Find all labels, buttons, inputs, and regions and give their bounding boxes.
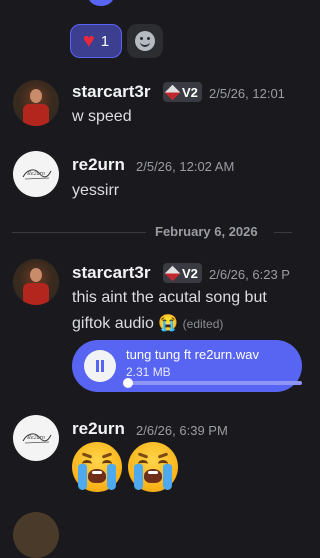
add-reaction-button[interactable] — [127, 24, 163, 58]
heart-reaction-button[interactable]: ♥ 1 — [70, 24, 122, 58]
badge-gem-icon — [164, 84, 181, 100]
avatar-logo-text: Re2urn — [26, 171, 45, 177]
add-reaction-icon — [135, 31, 155, 51]
timestamp: 2/5/26, 12:02 AM — [136, 159, 235, 174]
previous-message-avatar-fragment — [88, 0, 114, 6]
username[interactable]: re2urn — [72, 419, 125, 439]
badge-label: V2 — [182, 265, 198, 281]
timestamp: 2/6/26, 6:39 PM — [136, 423, 228, 438]
avatar[interactable]: Re2urn — [13, 415, 59, 461]
audio-attachment: tung tung ft re2urn.wav 2.31 MB — [72, 340, 302, 392]
message-text: giftok audio — [72, 315, 154, 332]
attachment-size: 2.31 MB — [126, 365, 171, 379]
timestamp: 2/5/26, 12:01 — [209, 86, 285, 101]
message-text-line-1: this aint the acutal song but — [72, 289, 267, 306]
attachment-filename[interactable]: tung tung ft re2urn.wav — [126, 347, 259, 362]
heart-icon: ♥ — [82, 30, 95, 52]
loudly-crying-face-icon — [128, 442, 178, 492]
username[interactable]: re2urn — [72, 155, 125, 175]
pause-button[interactable] — [84, 350, 116, 382]
avatar[interactable] — [13, 80, 59, 126]
timestamp: 2/6/26, 6:23 P — [209, 267, 290, 282]
audio-progress-bar[interactable] — [126, 381, 302, 385]
badge-label: V2 — [182, 84, 198, 100]
crying-emoji-icon: 😭 — [158, 315, 179, 332]
date-divider: February 6, 2026 — [155, 224, 258, 239]
edited-label: (edited) — [182, 317, 224, 331]
username[interactable]: starcart3r — [72, 82, 150, 102]
avatar[interactable]: Re2urn — [13, 151, 59, 197]
role-badge: V2 — [163, 263, 202, 283]
avatar[interactable] — [13, 259, 59, 305]
message-text-line-2: giftok audio 😭 (edited) — [72, 313, 223, 333]
username[interactable]: starcart3r — [72, 263, 150, 283]
reaction-count: 1 — [100, 32, 110, 50]
divider-line — [12, 232, 146, 233]
role-badge: V2 — [163, 82, 202, 102]
audio-progress-knob[interactable] — [123, 378, 133, 388]
loudly-crying-face-icon — [72, 442, 122, 492]
next-message-avatar-fragment — [13, 512, 59, 558]
divider-line — [274, 232, 292, 233]
message-text: w speed — [72, 108, 132, 125]
message-text: yessirr — [72, 182, 120, 199]
badge-gem-icon — [164, 265, 181, 281]
avatar-logo-text: Re2urn — [26, 435, 45, 441]
